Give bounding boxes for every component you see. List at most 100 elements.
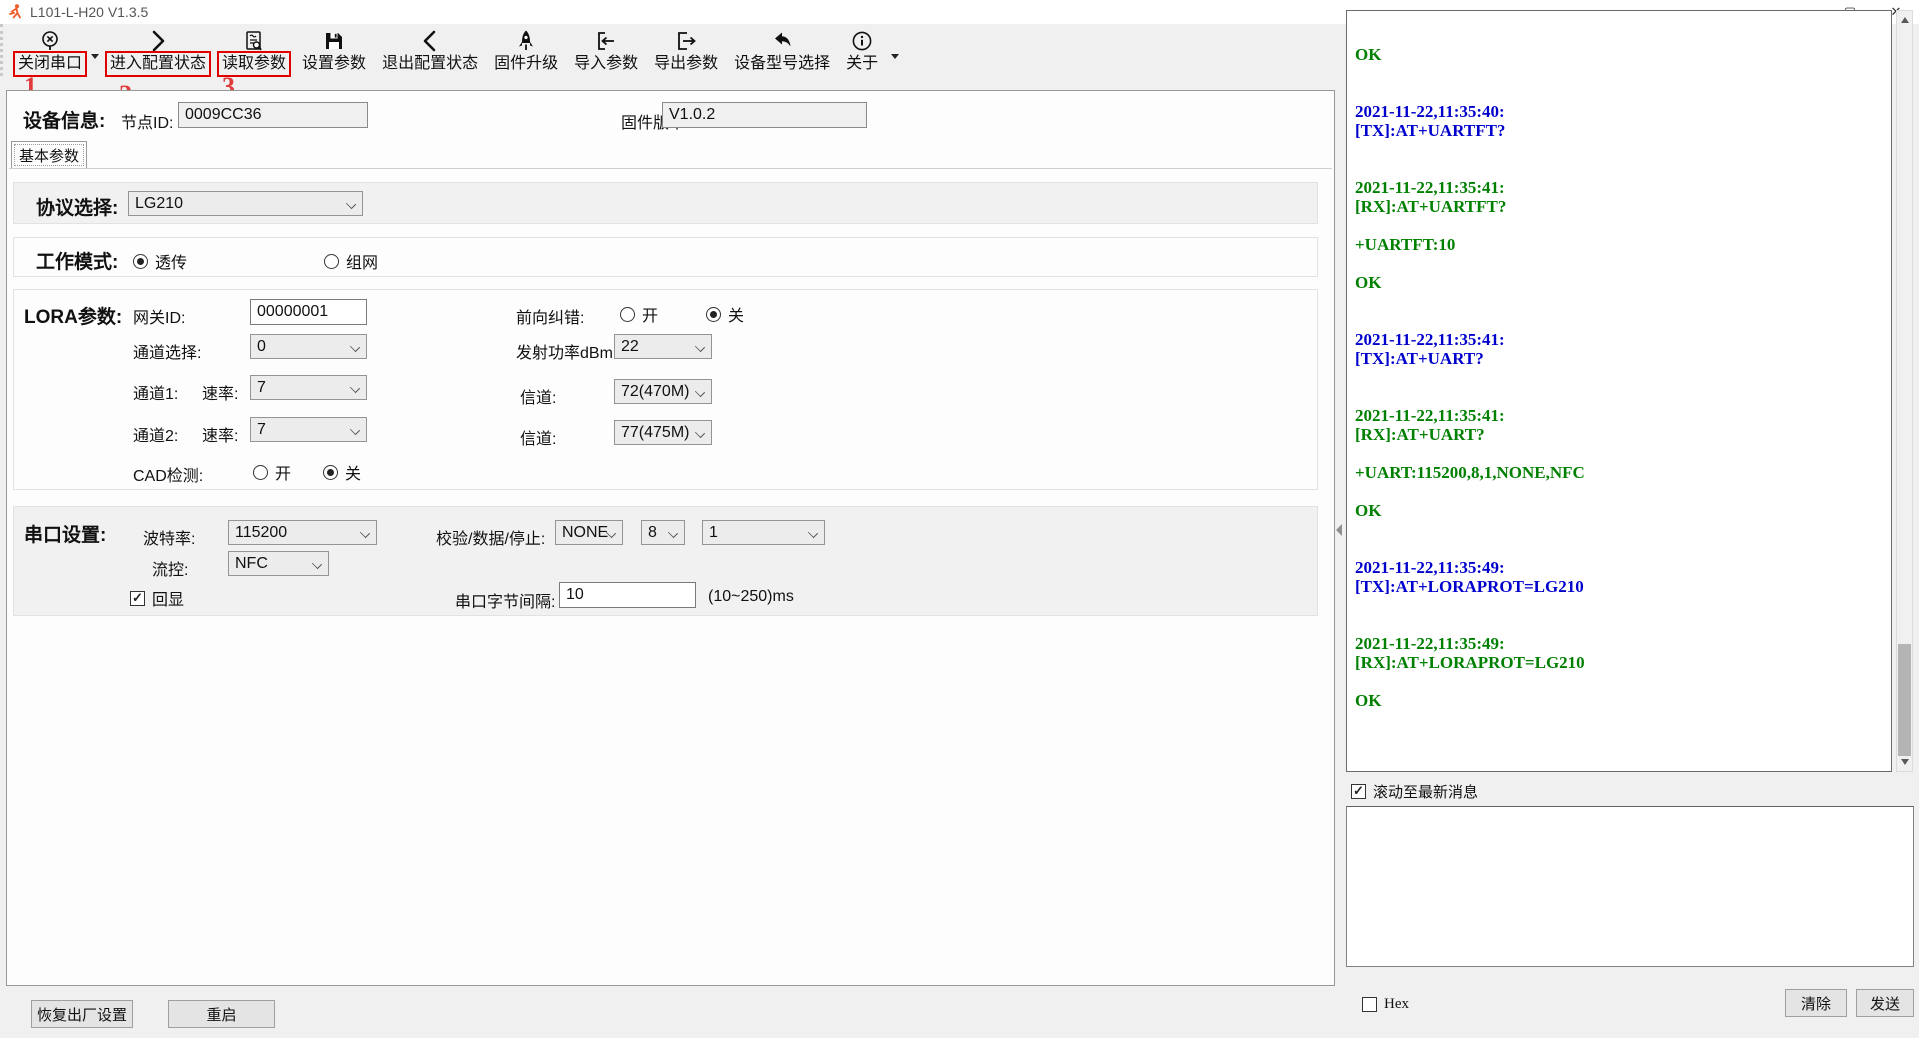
chevron-down-icon [808,528,818,538]
channel1-rate-dropdown[interactable]: 7 [250,375,367,400]
checkbox-icon [1362,997,1377,1012]
clear-button[interactable]: 清除 [1785,989,1847,1017]
about-button[interactable]: 关于 [839,26,885,75]
radio-fec-on[interactable]: 开 [620,302,658,326]
lora-params-group: LORA参数: 网关ID: 00000001 前向纠错: 开 关 通道选择: 0… [13,289,1318,490]
tab-basic-params[interactable]: 基本参数 [11,141,87,169]
serial-close-icon [38,27,62,54]
gateway-id-input[interactable]: 00000001 [250,299,367,325]
chevron-down-icon [668,528,678,538]
toolbar-overflow-caret-icon[interactable] [891,54,899,59]
radio-network-mode[interactable]: 组网 [324,249,378,273]
radio-transparent-mode[interactable]: 透传 [133,249,187,273]
channel2-freq-dropdown[interactable]: 77(475M) [614,420,712,445]
baud-rate-dropdown[interactable]: 115200 [228,520,377,545]
splitter-collapse-icon[interactable] [1336,524,1342,536]
gateway-id-label: 网关ID: [133,304,185,328]
chevron-down-icon [695,342,705,352]
scroll-up-icon[interactable] [1901,17,1909,23]
lora-params-label: LORA参数: [24,302,122,329]
config-panel: 设备信息: 节点ID: 0009CC36 固件版本: V1.0.2 基本参数 协… [6,90,1335,986]
doc-search-icon [242,27,266,54]
fec-label: 前向纠错: [516,304,584,328]
channel1-freq-dropdown[interactable]: 72(470M) [614,379,712,404]
parity-dropdown[interactable]: NONE [555,520,623,545]
factory-reset-button[interactable]: 恢复出厂设置 [31,1000,133,1028]
protocol-group: 协议选择: LG210 [13,182,1318,224]
chevron-down-icon [350,425,360,435]
stop-bits-dropdown[interactable]: 1 [702,520,825,545]
parity-data-stop-label: 校验/数据/停止: [436,525,545,549]
radio-icon [324,254,339,269]
log-entry: 2021-11-22,11:35:41: [RX]:AT+UARTFT? [1355,178,1883,216]
channel-select-label: 通道选择: [133,339,201,363]
channel1-label: 通道1: [133,380,178,404]
log-entry: OK [1355,273,1883,292]
save-icon [322,27,346,54]
byte-interval-input[interactable]: 10 [559,582,696,608]
radio-icon [706,307,721,322]
tx-power-dropdown[interactable]: 22 [614,334,712,359]
log-entry: +UART:115200,8,1,NONE,NFC [1355,463,1883,482]
log-panel[interactable]: OK 2021-11-22,11:35:40: [TX]:AT+UARTFT? … [1346,10,1892,772]
radio-icon [253,465,268,480]
log-scrollbar[interactable] [1896,10,1913,772]
log-entry: OK [1355,691,1883,710]
node-id-label: 节点ID: [121,109,173,133]
log-entry: 2021-11-22,11:35:49: [TX]:AT+LORAPROT=LG… [1355,558,1883,596]
log-entry: 2021-11-22,11:35:41: [TX]:AT+UART? [1355,330,1883,368]
info-icon [850,27,874,54]
radio-icon [133,254,148,269]
chevron-left-icon [418,27,442,54]
scroll-down-icon[interactable] [1901,759,1909,765]
export-params-button[interactable]: 导出参数 [647,26,725,75]
chevron-down-icon [360,528,370,538]
flow-control-label: 流控: [152,556,188,580]
chevron-down-icon [312,559,322,569]
serial-dropdown-caret-icon[interactable] [91,54,99,59]
flow-control-dropdown[interactable]: NFC [228,551,329,576]
enter-config-button[interactable]: 进入配置状态 [103,26,213,75]
node-id-field[interactable]: 0009CC36 [178,102,368,128]
chevron-down-icon [695,387,705,397]
chevron-down-icon [350,342,360,352]
rocket-icon [514,27,538,54]
log-entry: 2021-11-22,11:35:49: [RX]:AT+LORAPROT=LG… [1355,634,1883,672]
app-logo-icon [6,3,24,21]
radio-cad-off[interactable]: 关 [323,460,361,484]
log-entry: OK [1355,501,1883,520]
radio-fec-off[interactable]: 关 [706,302,744,326]
exit-config-button[interactable]: 退出配置状态 [375,26,485,75]
channel-select-dropdown[interactable]: 0 [250,334,367,359]
restart-button[interactable]: 重启 [168,1000,275,1028]
send-textarea[interactable] [1346,806,1914,967]
device-info-row: 设备信息: 节点ID: 0009CC36 固件版本: V1.0.2 [7,91,1334,139]
hex-checkbox[interactable]: Hex [1362,996,1409,1013]
baud-rate-label: 波特率: [143,525,195,549]
serial-settings-label: 串口设置: [24,520,106,547]
cad-detect-label: CAD检测: [133,462,203,486]
firmware-upgrade-button[interactable]: 固件升级 [487,26,565,75]
chevron-down-icon [350,383,360,393]
tab-page-border [9,168,1332,169]
tx-power-label: 发射功率dBm: [516,339,617,363]
data-bits-dropdown[interactable]: 8 [641,520,685,545]
work-mode-group: 工作模式: 透传 组网 [13,237,1318,277]
channel1-freq-label: 信道: [520,384,556,408]
set-params-button[interactable]: 设置参数 [295,26,373,75]
scroll-to-latest-checkbox[interactable]: 滚动至最新消息 [1351,781,1478,802]
device-model-select-button[interactable]: 设备型号选择 [727,26,837,75]
channel2-rate-dropdown[interactable]: 7 [250,417,367,442]
serial-settings-group: 串口设置: 波特率: 115200 校验/数据/停止: NONE 8 1 流控:… [13,506,1318,616]
send-button[interactable]: 发送 [1856,989,1914,1017]
scrollbar-thumb[interactable] [1898,644,1911,756]
import-params-button[interactable]: 导入参数 [567,26,645,75]
read-params-button[interactable]: 读取参数 [215,26,293,75]
work-mode-label: 工作模式: [36,247,118,274]
firmware-version-field[interactable]: V1.0.2 [662,102,867,128]
echo-checkbox[interactable]: 回显 [130,586,184,610]
close-serial-button[interactable]: 关闭串口 [11,26,89,75]
checkbox-icon [1351,784,1366,799]
protocol-select[interactable]: LG210 [128,191,363,216]
radio-cad-on[interactable]: 开 [253,460,291,484]
